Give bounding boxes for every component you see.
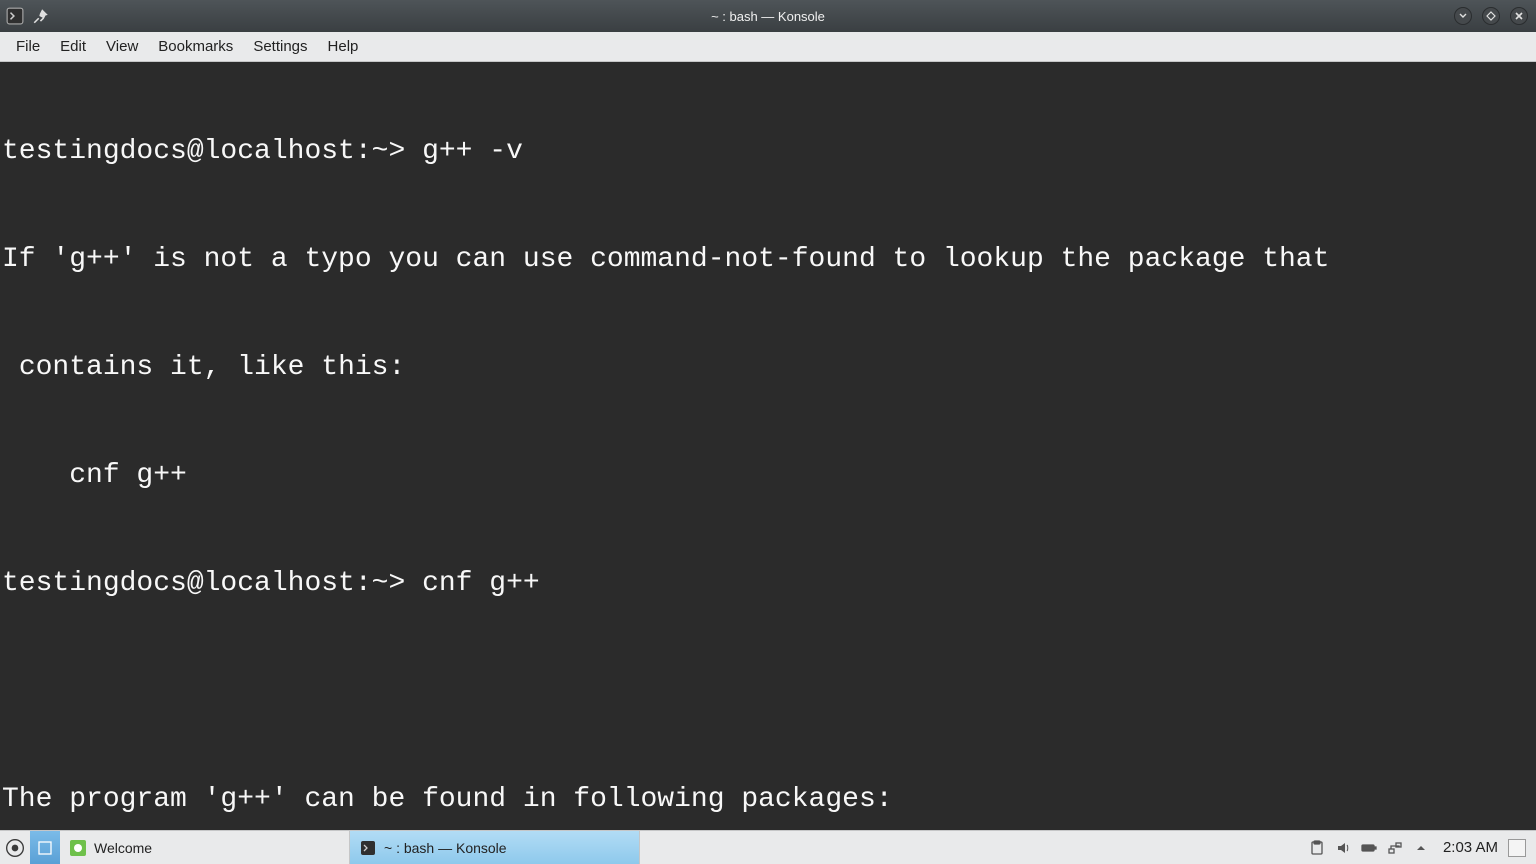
activity-switcher[interactable] [30, 831, 60, 864]
konsole-app-icon [360, 840, 376, 856]
taskbar-item-label: Welcome [94, 840, 152, 856]
maximize-button[interactable] [1482, 7, 1500, 25]
clock[interactable]: 2:03 AM [1439, 839, 1498, 856]
taskbar-item-label: ~ : bash — Konsole [384, 840, 507, 856]
close-button[interactable] [1510, 7, 1528, 25]
terminal-line: cnf g++ [2, 458, 1534, 494]
terminal-line: The program 'g++' can be found in follow… [2, 782, 1534, 818]
start-menu-button[interactable] [0, 831, 30, 864]
window-titlebar: ~ : bash — Konsole [0, 0, 1536, 32]
terminal-line: If 'g++' is not a typo you can use comma… [2, 242, 1534, 278]
terminal-line [2, 674, 1534, 710]
app-icon [6, 7, 24, 25]
terminal-view[interactable]: testingdocs@localhost:~> g++ -v If 'g++'… [0, 62, 1536, 830]
window-title: ~ : bash — Konsole [0, 9, 1536, 24]
show-desktop-button[interactable] [1508, 839, 1526, 857]
menu-file[interactable]: File [6, 34, 50, 59]
menu-help[interactable]: Help [318, 34, 369, 59]
menu-view[interactable]: View [96, 34, 148, 59]
volume-tray-icon[interactable] [1335, 840, 1351, 856]
clipboard-tray-icon[interactable] [1309, 840, 1325, 856]
terminal-line: testingdocs@localhost:~> cnf g++ [2, 566, 1534, 602]
pin-icon[interactable] [32, 7, 50, 25]
menu-settings[interactable]: Settings [243, 34, 317, 59]
menu-edit[interactable]: Edit [50, 34, 96, 59]
taskbar-item-konsole[interactable]: ~ : bash — Konsole [350, 831, 640, 864]
menu-bar: File Edit View Bookmarks Settings Help [0, 32, 1536, 62]
battery-tray-icon[interactable] [1361, 840, 1377, 856]
menu-bookmarks[interactable]: Bookmarks [148, 34, 243, 59]
welcome-app-icon [70, 840, 86, 856]
taskbar: Welcome ~ : bash — Konsole 2:03 AM [0, 830, 1536, 864]
expand-tray-icon[interactable] [1413, 840, 1429, 856]
minimize-button[interactable] [1454, 7, 1472, 25]
terminal-line: contains it, like this: [2, 350, 1534, 386]
network-tray-icon[interactable] [1387, 840, 1403, 856]
terminal-line: testingdocs@localhost:~> g++ -v [2, 134, 1534, 170]
taskbar-item-welcome[interactable]: Welcome [60, 831, 350, 864]
